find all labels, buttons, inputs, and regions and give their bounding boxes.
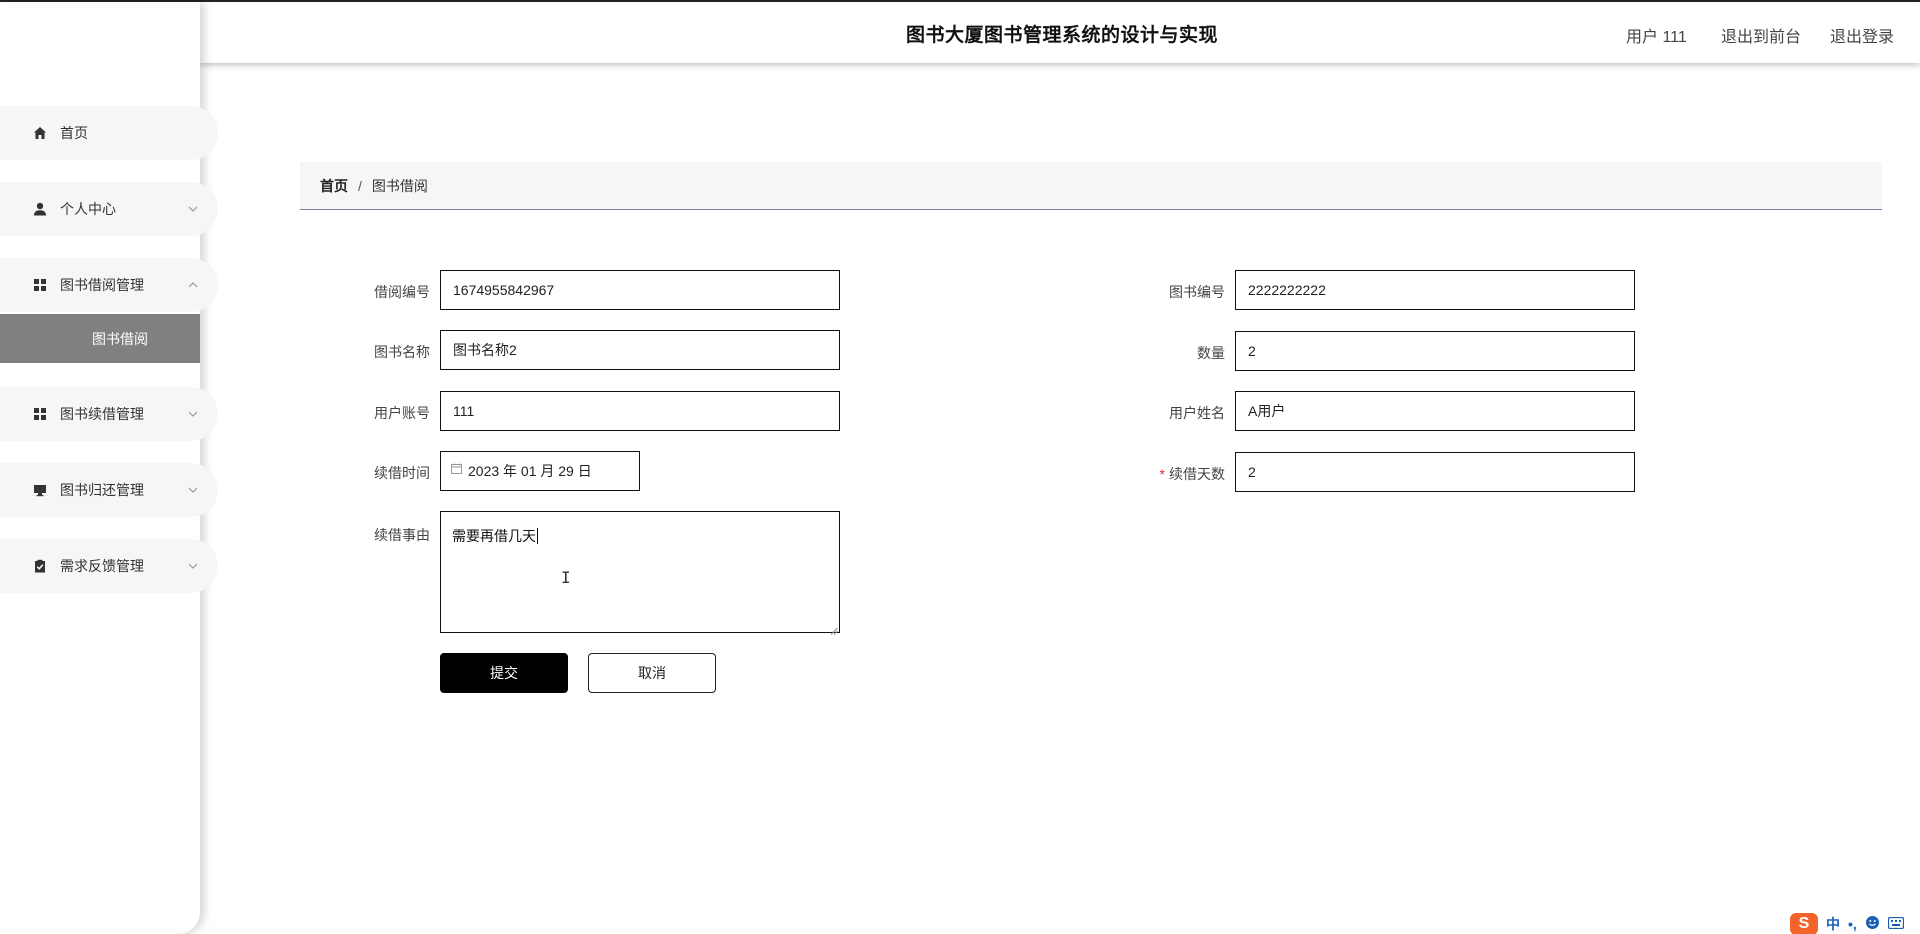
book-name-label: 图书名称 bbox=[374, 344, 430, 360]
sidebar-item-label: 需求反馈管理 bbox=[60, 558, 144, 574]
submenu-item-label: 图书借阅 bbox=[92, 330, 148, 347]
sidebar-item-home[interactable]: 首页 bbox=[0, 106, 218, 160]
required-mark: * bbox=[1159, 466, 1165, 482]
resize-grip-icon[interactable] bbox=[829, 622, 838, 635]
ime-punctuation[interactable]: •, bbox=[1848, 916, 1857, 932]
sogou-logo-icon: S bbox=[1790, 913, 1818, 934]
chevron-down-icon bbox=[186, 483, 200, 497]
sidebar-item-personal-center[interactable]: 个人中心 bbox=[0, 182, 218, 236]
renew-time-label: 续借时间 bbox=[374, 465, 430, 481]
reason-textarea[interactable]: 需要再借几天 bbox=[440, 511, 840, 635]
sidebar-item-feedback-management[interactable]: 需求反馈管理 bbox=[0, 539, 218, 593]
chevron-down-icon bbox=[186, 559, 200, 573]
renew-time-datepicker[interactable]: 2023 年 01 月 29 日 bbox=[440, 451, 640, 491]
grid-icon bbox=[32, 406, 48, 422]
user-name-input[interactable]: A用户 bbox=[1235, 391, 1635, 431]
sidebar-item-renew-management[interactable]: 图书续借管理 bbox=[0, 387, 218, 441]
ime-mode[interactable]: 中 bbox=[1826, 914, 1840, 934]
account-input[interactable]: 111 bbox=[440, 391, 840, 431]
quantity-label: 数量 bbox=[1197, 345, 1225, 361]
clipboard-check-icon bbox=[32, 558, 48, 574]
sidebar-item-return-management[interactable]: 图书归还管理 bbox=[0, 463, 218, 517]
account-label: 用户账号 bbox=[374, 405, 430, 421]
sidebar-item-label: 首页 bbox=[60, 125, 88, 141]
renew-days-input[interactable]: 2 bbox=[1235, 452, 1635, 492]
reason-label: 续借事由 bbox=[374, 527, 430, 543]
renew-time-value: 2023 年 01 月 29 日 bbox=[468, 463, 592, 479]
app-title: 图书大厦图书管理系统的设计与实现 bbox=[906, 25, 1219, 46]
home-icon bbox=[32, 125, 48, 141]
sidebar-item-label: 图书借阅管理 bbox=[60, 277, 144, 293]
book-name-input[interactable]: 图书名称2 bbox=[440, 330, 840, 370]
breadcrumb: 首页 / 图书借阅 bbox=[300, 162, 1882, 210]
current-user[interactable]: 用户 111 bbox=[1626, 23, 1687, 47]
sidebar-item-label: 个人中心 bbox=[60, 201, 116, 217]
renew-days-label: * 续借天数 bbox=[1105, 464, 1225, 484]
breadcrumb-home[interactable]: 首页 bbox=[320, 176, 348, 196]
cancel-button[interactable]: 取消 bbox=[588, 653, 716, 693]
sidebar-item-label: 图书归还管理 bbox=[60, 482, 144, 498]
keyboard-icon[interactable] bbox=[1887, 916, 1904, 932]
submit-button[interactable]: 提交 bbox=[440, 653, 568, 693]
book-no-label: 图书编号 bbox=[1169, 284, 1225, 300]
back-to-front-link[interactable]: 退出到前台 bbox=[1721, 23, 1801, 47]
user-icon bbox=[32, 201, 48, 217]
emoji-icon[interactable] bbox=[1865, 915, 1880, 933]
top-header: 图书大厦图书管理系统的设计与实现 用户 111 退出到前台 退出登录 bbox=[200, 2, 1920, 63]
calendar-icon bbox=[451, 463, 462, 474]
breadcrumb-separator: / bbox=[358, 177, 362, 194]
borrow-no-input[interactable]: 1674955842967 bbox=[440, 270, 840, 310]
ime-toolbar[interactable]: S 中 •, bbox=[1790, 912, 1904, 934]
grid-icon bbox=[32, 277, 48, 293]
sidebar-item-borrow-management[interactable]: 图书借阅管理 bbox=[0, 258, 218, 312]
borrow-no-label: 借阅编号 bbox=[374, 284, 430, 300]
logout-link[interactable]: 退出登录 bbox=[1830, 23, 1894, 47]
reason-text: 需要再借几天 bbox=[452, 528, 536, 544]
sidebar-item-label: 图书续借管理 bbox=[60, 406, 144, 422]
sidebar: 首页 个人中心 图书借阅管理 图书借阅 图书续借管理 图书归还管理 需求反馈管理 bbox=[0, 2, 218, 934]
monitor-icon bbox=[32, 482, 48, 498]
submenu-item-book-borrow[interactable]: 图书借阅 bbox=[0, 314, 200, 363]
breadcrumb-current: 图书借阅 bbox=[371, 177, 428, 194]
book-no-input[interactable]: 2222222222 bbox=[1235, 270, 1635, 310]
text-cursor-icon: I bbox=[561, 568, 571, 587]
user-name-label: 用户姓名 bbox=[1169, 405, 1225, 421]
chevron-up-icon bbox=[186, 278, 200, 292]
renew-days-label-text: 续借天数 bbox=[1169, 466, 1225, 482]
chevron-down-icon bbox=[186, 202, 200, 216]
quantity-input[interactable]: 2 bbox=[1235, 331, 1635, 371]
chevron-down-icon bbox=[186, 407, 200, 421]
